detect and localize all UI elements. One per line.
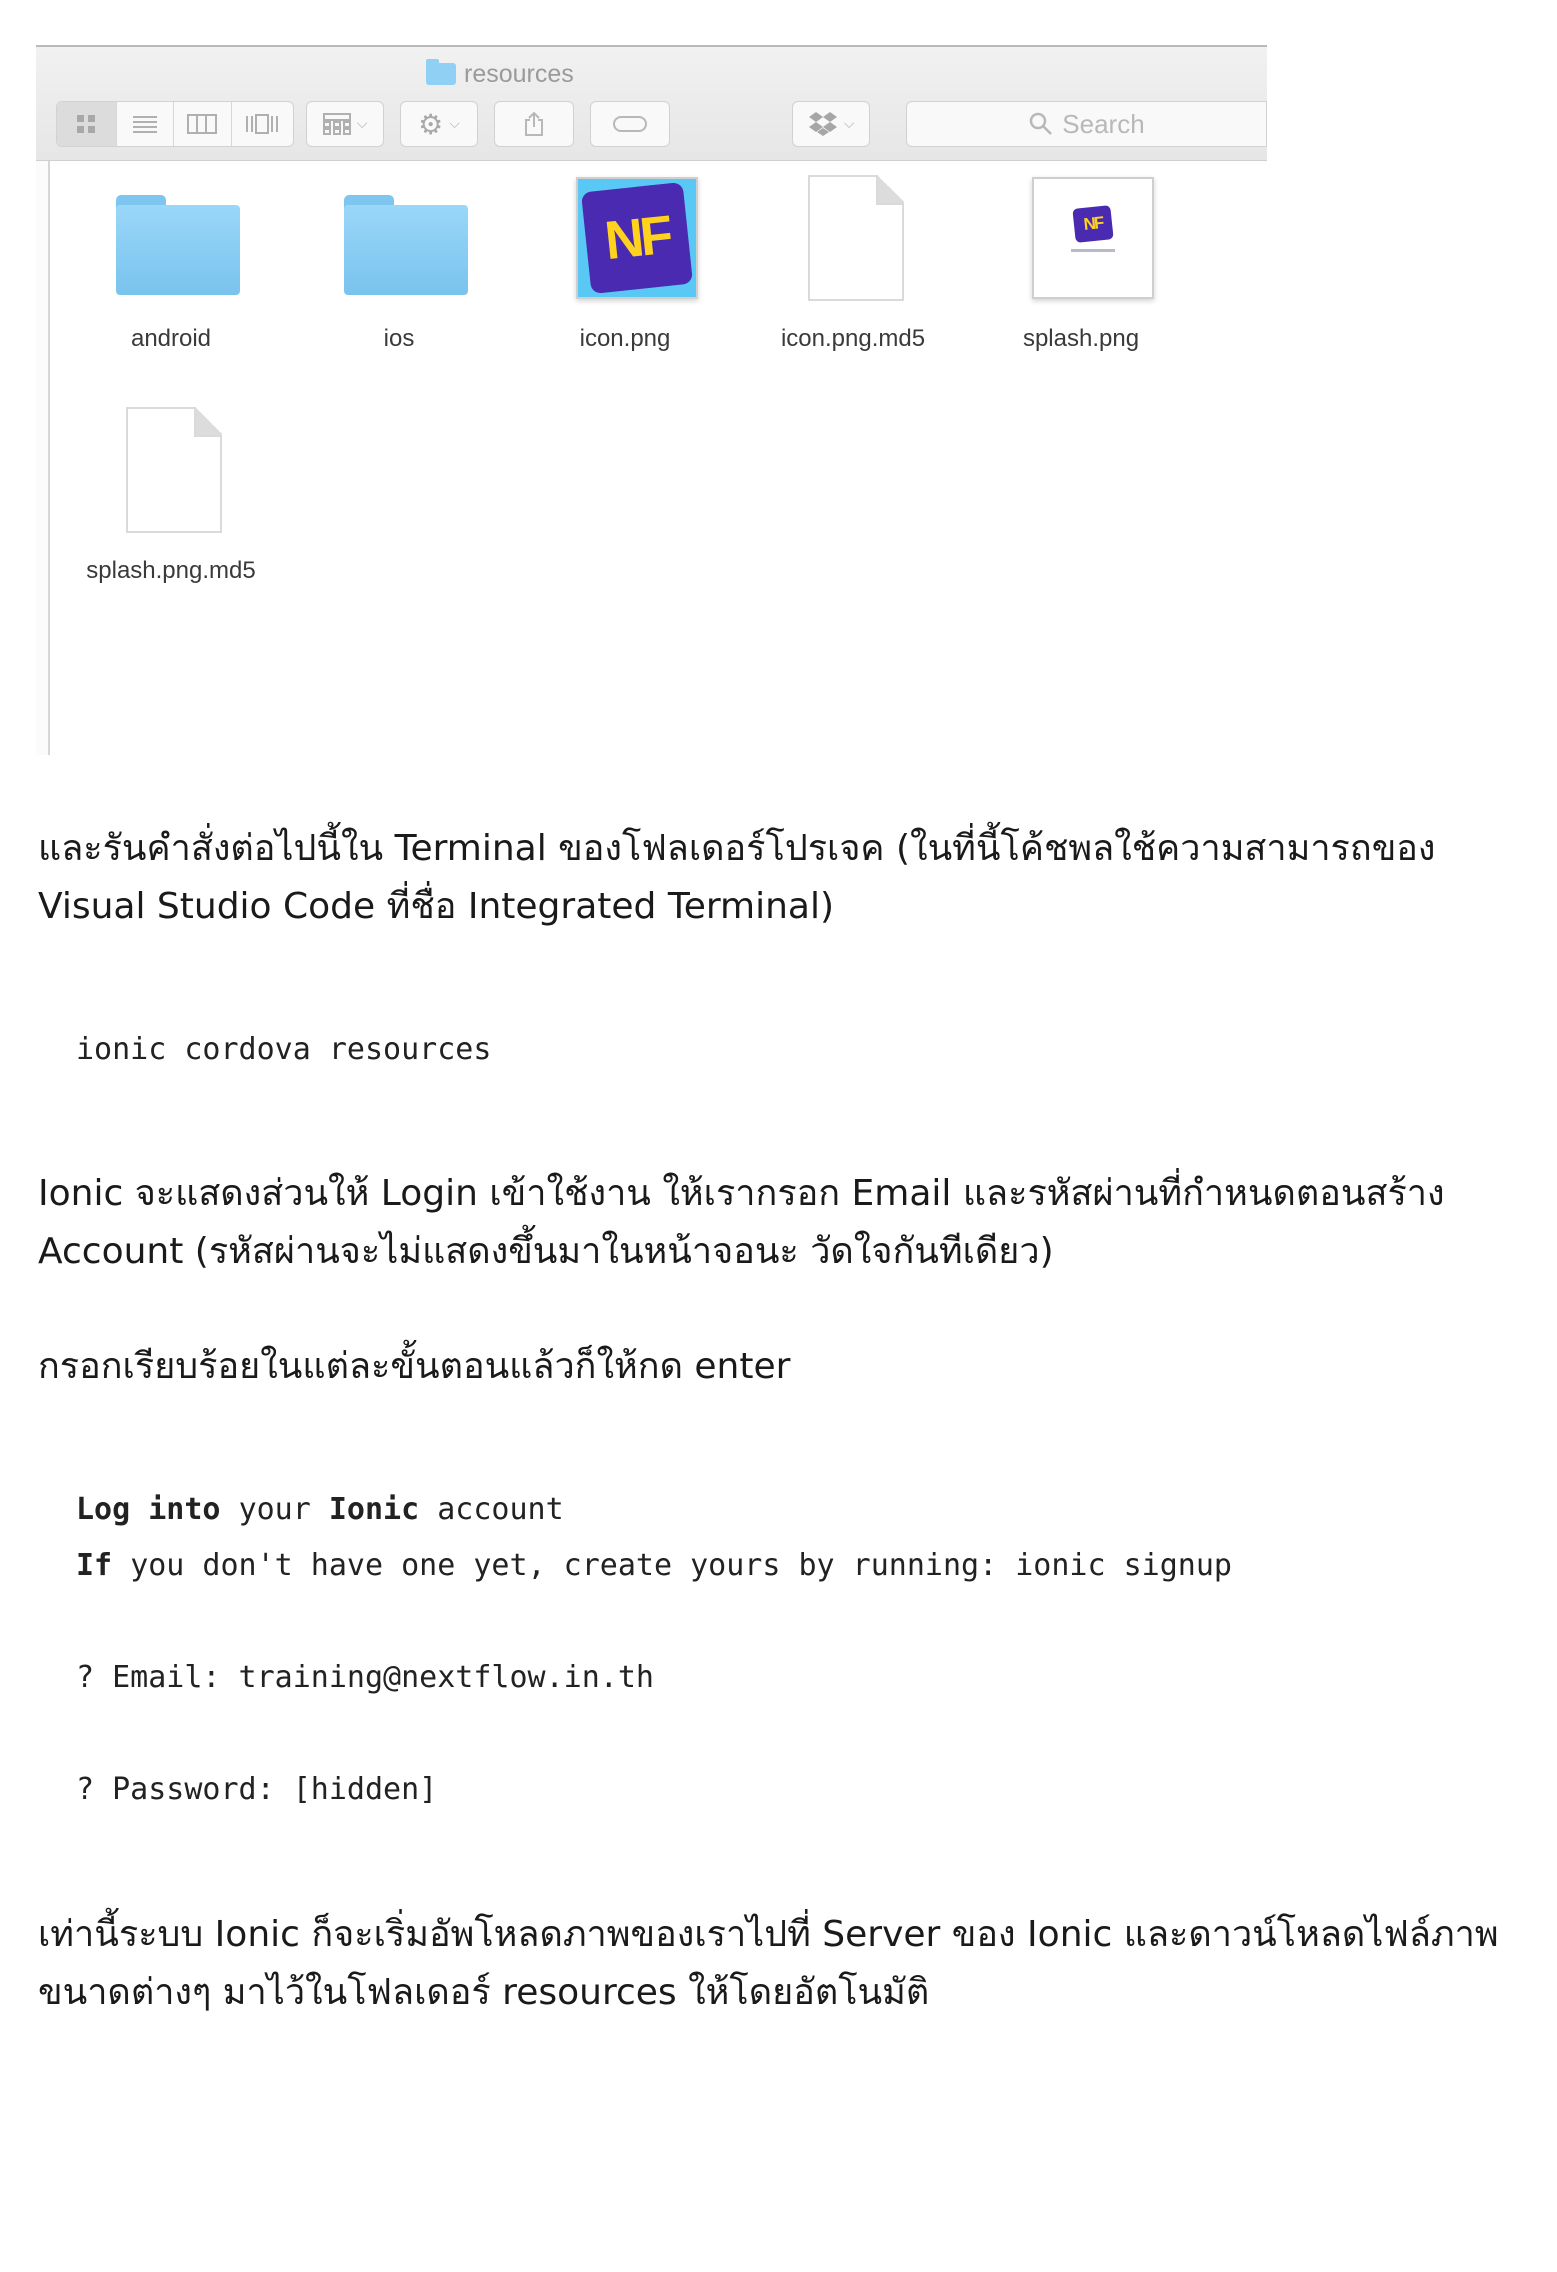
document-fold-icon [194, 407, 222, 437]
arrange-button[interactable]: ⌵ [307, 102, 383, 146]
view-mode-segment [56, 101, 294, 147]
paragraph-upload-info: เท่านี้ระบบ Ionic ก็จะเริ่มอัพโหลดภาพของ… [38, 1914, 1499, 2013]
code-login-line1: Log into your Ionic account [76, 1482, 564, 1538]
action-button[interactable]: ⚙ ⌵ [401, 102, 477, 146]
coverflow-icon [246, 114, 279, 134]
tag-button[interactable] [591, 102, 669, 146]
file-item-splash-png[interactable]: NF splash.png [986, 175, 1176, 353]
chevron-down-icon: ⌵ [356, 116, 368, 132]
finder-window: resources ⌵ ⚙ ⌵ ⌵ Search android ios NF … [36, 45, 1267, 755]
file-item-splash-md5[interactable]: splash.png.md5 [76, 407, 266, 585]
file-item-icon-png[interactable]: NF icon.png [530, 175, 720, 353]
search-icon [1030, 112, 1053, 135]
file-label: splash.png [1022, 325, 1140, 352]
icon-view-button[interactable] [57, 102, 117, 146]
share-button[interactable] [495, 102, 573, 146]
share-button-group [494, 101, 574, 147]
file-label: android [130, 325, 212, 352]
columns-icon [187, 114, 218, 134]
code-command: ionic cordova resources [76, 1032, 492, 1067]
tag-button-group [590, 101, 670, 147]
file-item-icon-md5[interactable]: icon.png.md5 [758, 175, 948, 353]
coverflow-view-button[interactable] [232, 102, 293, 146]
column-view-button[interactable] [174, 102, 232, 146]
folder-icon [344, 195, 468, 295]
paragraph-login-info: Ionic จะแสดงส่วนให้ Login เข้าใช้งาน ให้… [38, 1173, 1445, 1272]
file-item-android[interactable]: android [76, 175, 266, 353]
code-email-line: ? Email: training@nextflow.in.th [76, 1660, 654, 1695]
file-label: icon.png.md5 [780, 325, 926, 352]
list-icon [132, 116, 157, 133]
chevron-down-icon: ⌵ [449, 116, 460, 132]
folder-icon [426, 59, 456, 85]
paragraph-run-command: และรันคำสั่งต่อไปนี้ใน Terminal ของโฟลเด… [38, 828, 1436, 927]
code-login-line2: If you don't have one yet, create yours … [76, 1538, 1232, 1594]
folder-icon [116, 195, 240, 295]
window-title: resources [426, 57, 574, 91]
image-thumbnail: NF [1032, 177, 1154, 299]
finder-toolbar: resources ⌵ ⚙ ⌵ ⌵ Search [36, 45, 1267, 161]
code-word: If [76, 1548, 113, 1583]
sidebar-edge [36, 161, 50, 755]
file-item-ios[interactable]: ios [304, 175, 494, 353]
tag-icon [613, 116, 647, 132]
arrange-grid-icon [322, 113, 351, 135]
dropbox-icon [808, 112, 837, 136]
code-word: into [148, 1492, 221, 1527]
file-label: icon.png [579, 325, 671, 352]
file-label: ios [383, 325, 415, 352]
gear-icon: ⚙ [418, 107, 444, 141]
file-label: splash.png.md5 [86, 557, 256, 584]
grid-icon [77, 115, 96, 133]
list-view-button[interactable] [117, 102, 175, 146]
nf-logo-icon: NF [580, 181, 694, 295]
nf-logo-icon: NF [1072, 205, 1114, 243]
code-password-line: ? Password: [hidden] [76, 1772, 438, 1807]
dropbox-dropdown[interactable]: ⌵ [792, 101, 870, 147]
code-word: account [437, 1492, 564, 1527]
search-placeholder: Search [1062, 108, 1145, 139]
document-fold-icon [876, 175, 904, 205]
share-icon [525, 111, 543, 136]
image-thumbnail: NF [576, 177, 698, 299]
action-dropdown[interactable]: ⚙ ⌵ [400, 101, 478, 147]
paragraph-enter-hint: กรอกเรียบร้อยในแต่ละขั้นตอนแล้วก็ให้กด e… [38, 1346, 791, 1387]
code-word: Ionic [328, 1492, 420, 1527]
dropbox-button[interactable]: ⌵ [793, 102, 869, 146]
arrange-dropdown[interactable]: ⌵ [306, 101, 384, 147]
code-word: your [238, 1492, 311, 1527]
search-field[interactable]: Search [906, 101, 1267, 147]
code-word: Log [76, 1492, 131, 1527]
chevron-down-icon: ⌵ [843, 116, 855, 132]
code-text: you don't have one yet, create yours by … [130, 1548, 1232, 1583]
window-title-label: resources [464, 59, 574, 88]
